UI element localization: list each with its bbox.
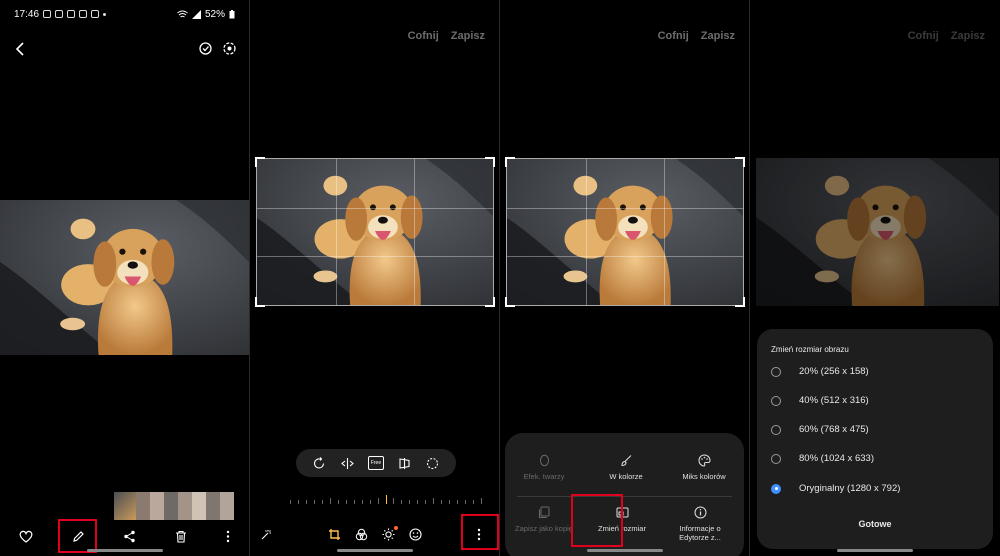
thumbnail[interactable] [178,492,192,520]
thumbnail[interactable] [164,492,178,520]
editor-actions: Cofnij Zapisz [408,30,485,42]
delete-trash-icon[interactable] [175,530,187,543]
home-indicator[interactable] [836,549,913,552]
save-button[interactable]: Zapisz [951,30,985,42]
undo-button[interactable]: Cofnij [658,30,689,42]
more-notifications-icon [103,12,107,16]
more-options-menu: Efek. twarzy W kolorze Miks kolorów Zapi… [505,433,744,556]
resize-dialog-screen: Cofnij Zapisz Zmień rozmiar obrazu 20% (… [750,0,999,556]
more-options-highlight [461,514,499,550]
home-indicator[interactable] [336,549,413,552]
gallery-screen: 17:46 52% [0,0,249,556]
resize-option[interactable]: Oryginalny (1280 x 792) [771,483,900,494]
resize-option[interactable]: 40% (512 x 316) [771,395,869,406]
back-arrow-icon[interactable] [14,42,26,56]
resize-option[interactable]: 20% (256 x 158) [771,366,869,377]
gallery-toolbar [0,526,249,546]
thumbnail[interactable] [114,492,136,520]
face-icon [537,453,551,467]
thumbnail[interactable] [192,492,206,520]
app-icon [79,10,88,18]
dog-photo[interactable] [506,158,744,306]
lock-icon [91,10,100,18]
menu-item-face-effects[interactable]: Efek. twarzy [509,453,579,481]
motion-photo-icon[interactable] [222,41,237,56]
resize-option[interactable]: 60% (768 x 475) [771,424,869,435]
edit-badge [394,525,398,530]
battery-level: 52% [204,8,225,20]
signal-icon [191,9,201,19]
radio-button[interactable] [771,424,781,435]
done-button[interactable]: Gotowe [757,519,993,529]
resize-dialog: Zmień rozmiar obrazu 20% (256 x 158) 40%… [757,329,993,549]
straighten-ruler[interactable] [290,494,489,504]
dog-photo[interactable] [0,200,249,355]
resize-option[interactable]: 80% (1024 x 633) [771,453,874,464]
menu-item-color-point[interactable]: W kolorze [591,453,661,481]
status-bar: 17:46 52% [14,6,235,22]
lasso-icon[interactable] [426,457,439,470]
menu-item-save-as-copy[interactable]: Zapisz jako kopię [509,505,579,533]
remaster-icon[interactable] [198,41,213,56]
editor-screen: Cofnij Zapisz Free [250,0,499,556]
home-indicator[interactable] [586,549,663,552]
thumbnail-strip[interactable] [114,492,249,520]
editor-more-menu-screen: Cofnij Zapisz Efek. twarzy W kolorze Mik… [500,0,749,556]
editor-actions: Cofnij Zapisz [658,30,735,42]
copy-icon [537,505,551,519]
stickers-icon[interactable] [409,527,422,541]
dog-photo [756,158,999,306]
edit-button-highlight [58,519,97,553]
more-options-icon[interactable] [226,530,230,543]
auto-enhance-icon[interactable] [260,528,273,541]
wifi-icon [177,10,188,19]
thumbnail[interactable] [150,492,164,520]
save-button[interactable]: Zapisz [451,30,485,42]
filters-icon[interactable] [355,528,368,541]
thumbnail[interactable] [136,492,150,520]
menu-item-editor-info[interactable]: Informacje o Edytorze z... [665,505,735,542]
dog-photo[interactable] [256,158,494,306]
transform-tools: Free [296,449,456,477]
home-indicator[interactable] [86,549,163,552]
crop-rotate-icon[interactable] [328,528,341,541]
flip-icon[interactable] [340,457,354,470]
radio-button[interactable] [771,453,781,464]
dialog-title: Zmień rozmiar obrazu [771,345,849,354]
menu-item-color-mix[interactable]: Miks kolorów [669,453,739,481]
brightness-icon[interactable] [382,525,398,541]
free-aspect-ratio-icon[interactable]: Free [367,456,384,470]
editor-actions: Cofnij Zapisz [908,30,985,42]
notification-icon [43,10,52,18]
info-icon [693,505,707,519]
battery-icon [229,9,235,19]
status-time: 17:46 [14,8,40,20]
undo-button[interactable]: Cofnij [908,30,939,42]
app-icon [67,10,76,18]
editor-toolbar [260,524,489,544]
palette-icon [697,453,711,467]
save-button[interactable]: Zapisz [701,30,735,42]
radio-button-selected[interactable] [771,483,781,494]
brush-icon [619,453,633,467]
share-icon[interactable] [123,530,136,543]
favorite-heart-icon[interactable] [19,530,33,543]
facebook-icon [55,10,64,18]
thumbnail[interactable] [220,492,234,520]
undo-button[interactable]: Cofnij [408,30,439,42]
menu-separator [517,496,732,497]
rotate-icon[interactable] [313,456,326,470]
thumbnail[interactable] [206,492,220,520]
radio-button[interactable] [771,366,781,377]
radio-button[interactable] [771,395,781,406]
resize-option-highlight [571,494,623,547]
perspective-icon[interactable] [398,457,411,470]
